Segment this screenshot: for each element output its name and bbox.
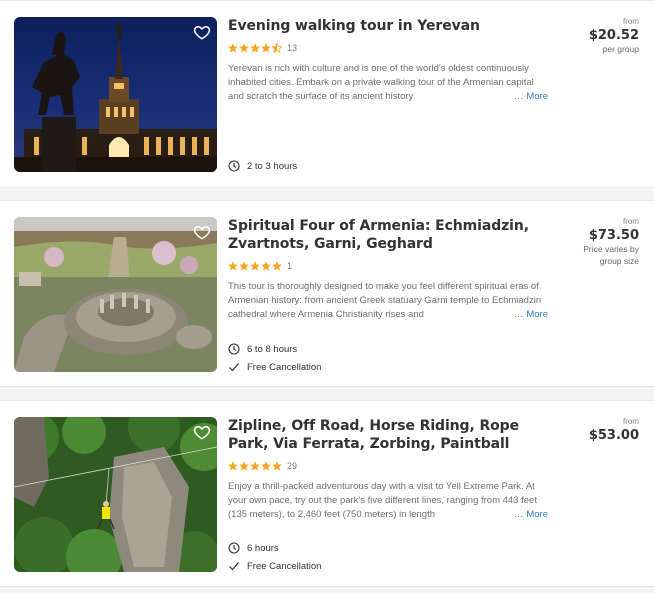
cancellation-text: Free Cancellation — [247, 361, 322, 373]
description-text: Yerevan is rich with culture and is one … — [228, 63, 534, 102]
tour-title[interactable]: Evening walking tour in Yerevan — [228, 17, 558, 35]
clock-icon — [228, 160, 240, 172]
tour-meta: 6 to 8 hours Free Cancellation — [228, 341, 321, 377]
tour-image-zipline-canyon[interactable] — [14, 417, 217, 572]
cancellation-text: Free Cancellation — [247, 560, 322, 572]
duration-row: 6 to 8 hours — [228, 341, 321, 357]
cancellation-row: Free Cancellation — [228, 558, 321, 574]
star-half-icon — [272, 43, 282, 53]
duration-text: 6 to 8 hours — [247, 343, 298, 355]
duration-row: 6 hours — [228, 540, 321, 556]
price-block: from $20.52 per group — [589, 17, 639, 55]
more-wrapper: … More — [511, 308, 548, 322]
price-amount: $73.50 — [588, 228, 639, 243]
clock-icon — [228, 343, 240, 355]
tour-info: Evening walking tour in Yerevan 13 Yerev… — [228, 17, 558, 104]
duration-row: 2 to 3 hours — [228, 158, 297, 174]
wishlist-heart-icon[interactable] — [193, 23, 211, 41]
tour-info: Spiritual Four of Armenia: Echmiadzin, Z… — [228, 217, 558, 322]
tour-card[interactable]: Zipline, Off Road, Horse Riding, Rope Pa… — [0, 400, 654, 587]
star-icon — [228, 43, 238, 53]
price-amount: $20.52 — [588, 28, 639, 43]
star-icon — [261, 461, 271, 471]
star-icon — [272, 461, 282, 471]
tour-card[interactable]: Evening walking tour in Yerevan 13 Yerev… — [0, 0, 654, 188]
description-text: This tour is thoroughly designed to make… — [228, 281, 542, 320]
rating: 1 — [228, 260, 558, 272]
star-rating — [228, 461, 282, 471]
price-note: Price varies by group size — [583, 244, 639, 266]
review-count[interactable]: 1 — [287, 261, 292, 271]
duration-text: 2 to 3 hours — [247, 160, 298, 172]
clock-icon — [228, 542, 240, 554]
review-count[interactable]: 13 — [287, 43, 297, 53]
rating: 29 — [228, 460, 558, 472]
tour-image-zvartnots-ruins[interactable] — [14, 217, 217, 372]
star-rating — [228, 43, 282, 53]
cancellation-row: Free Cancellation — [228, 359, 321, 375]
star-icon — [250, 261, 260, 271]
price-amount: $53.00 — [588, 428, 639, 443]
star-icon — [250, 43, 260, 53]
description-text: Enjoy a thrill-packed adventurous day wi… — [228, 481, 537, 520]
star-icon — [250, 461, 260, 471]
star-icon — [228, 261, 238, 271]
tour-title[interactable]: Zipline, Off Road, Horse Riding, Rope Pa… — [228, 417, 558, 453]
more-link[interactable]: More — [526, 91, 548, 102]
star-rating — [228, 261, 282, 271]
tour-title[interactable]: Spiritual Four of Armenia: Echmiadzin, Z… — [228, 217, 558, 253]
price-block: from $53.00 — [589, 417, 639, 443]
tour-info: Zipline, Off Road, Horse Riding, Rope Pa… — [228, 417, 558, 522]
rating: 13 — [228, 42, 558, 54]
tour-description: This tour is thoroughly designed to make… — [228, 280, 548, 322]
more-link[interactable]: More — [526, 509, 548, 520]
tour-description: Yerevan is rich with culture and is one … — [228, 62, 548, 104]
tour-description: Enjoy a thrill-packed adventurous day wi… — [228, 480, 548, 522]
more-wrapper: … More — [511, 90, 548, 104]
star-icon — [228, 461, 238, 471]
price-note: per group — [602, 44, 639, 54]
wishlist-heart-icon[interactable] — [193, 223, 211, 241]
star-icon — [239, 261, 249, 271]
more-wrapper: … More — [511, 508, 548, 522]
tour-meta: 2 to 3 hours — [228, 158, 297, 176]
price-from-label: from — [623, 417, 639, 426]
checkmark-icon — [228, 560, 240, 572]
price-block: from $73.50 Price varies by group size — [569, 217, 639, 267]
wishlist-heart-icon[interactable] — [193, 423, 211, 441]
checkmark-icon — [228, 361, 240, 373]
star-icon — [261, 261, 271, 271]
star-icon — [272, 261, 282, 271]
star-icon — [239, 461, 249, 471]
tour-meta: 6 hours Free Cancellation — [228, 540, 321, 576]
star-icon — [239, 43, 249, 53]
review-count[interactable]: 29 — [287, 461, 297, 471]
duration-text: 6 hours — [247, 542, 279, 554]
tour-list: Evening walking tour in Yerevan 13 Yerev… — [0, 0, 654, 593]
tour-card[interactable]: Spiritual Four of Armenia: Echmiadzin, Z… — [0, 200, 654, 387]
price-from-label: from — [623, 17, 639, 26]
more-link[interactable]: More — [526, 309, 548, 320]
tour-image-yerevan-night[interactable] — [14, 17, 217, 172]
price-from-label: from — [623, 217, 639, 226]
star-icon — [261, 43, 271, 53]
